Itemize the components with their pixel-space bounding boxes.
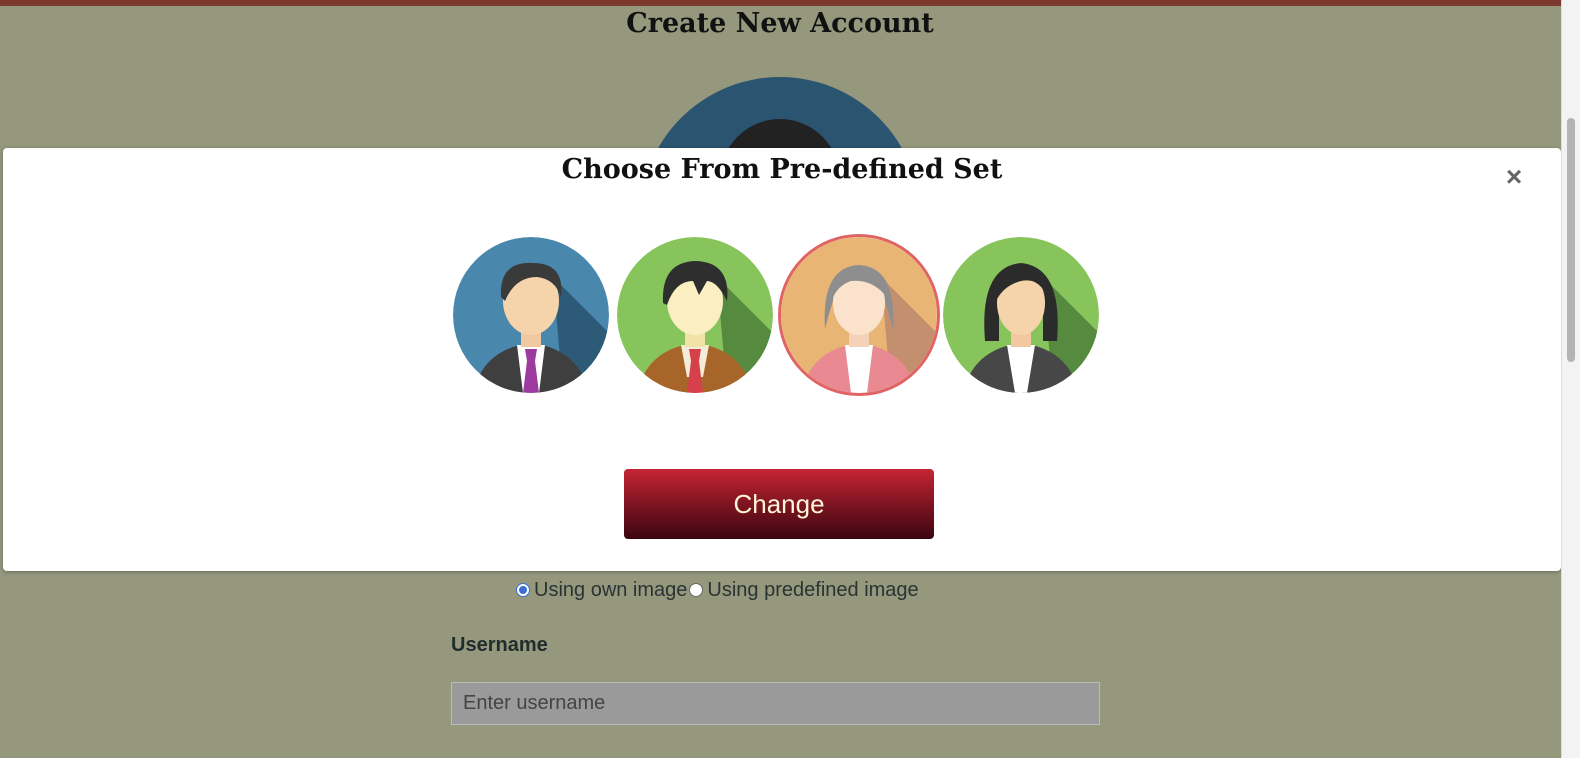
avatar-choices [3, 234, 1561, 399]
radio-own-image[interactable] [516, 583, 530, 597]
female-avatar-icon [943, 237, 1099, 393]
change-button[interactable]: Change [624, 469, 934, 539]
radio-predefined-image-label[interactable]: Using predefined image [707, 579, 918, 602]
avatar-option-male-blue[interactable] [453, 237, 609, 393]
avatar-option-female-green[interactable] [943, 237, 1099, 393]
username-input[interactable] [451, 682, 1100, 725]
elderly-female-avatar-icon [781, 237, 937, 393]
male-avatar-icon [453, 237, 609, 393]
vertical-scrollbar[interactable] [1561, 0, 1580, 758]
modal-title: Choose From Pre-defined Set [561, 154, 1003, 185]
radio-own-image-label[interactable]: Using own image [534, 579, 687, 602]
predefined-avatar-modal: Choose From Pre-defined Set × Change [3, 148, 1561, 571]
avatar-option-elderly-female-orange[interactable] [778, 234, 940, 396]
avatar-option-young-male-green[interactable] [617, 237, 773, 393]
close-icon[interactable]: × [1499, 162, 1529, 192]
username-label: Username [451, 634, 548, 656]
radio-predefined-image[interactable] [689, 583, 704, 597]
top-strip [0, 0, 1580, 6]
scrollbar-thumb[interactable] [1567, 118, 1575, 362]
image-source-options: Using own image Using predefined image [516, 578, 921, 602]
young-male-avatar-icon [617, 237, 773, 393]
page-title: Create New Account [626, 8, 934, 39]
